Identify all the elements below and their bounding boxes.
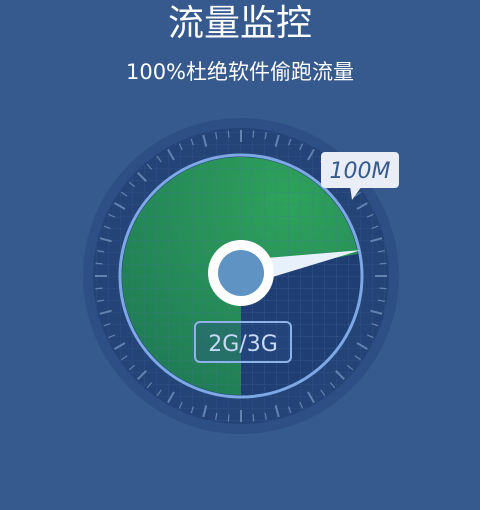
dial-tick xyxy=(95,262,103,265)
network-type-label: 2G/3G xyxy=(208,332,278,357)
dial-tick xyxy=(227,414,230,422)
network-type-badge: 2G/3G xyxy=(194,321,292,363)
dial-tick xyxy=(379,287,387,290)
traffic-gauge: 2G/3G 100M xyxy=(83,118,399,434)
value-tag-label: 100M xyxy=(330,159,391,184)
needle-hub xyxy=(218,250,264,296)
dial-tick xyxy=(252,414,255,422)
dial-tick xyxy=(227,130,230,138)
dial-tick xyxy=(252,130,255,138)
dial-tick xyxy=(95,287,103,290)
dial-tick xyxy=(379,262,387,265)
